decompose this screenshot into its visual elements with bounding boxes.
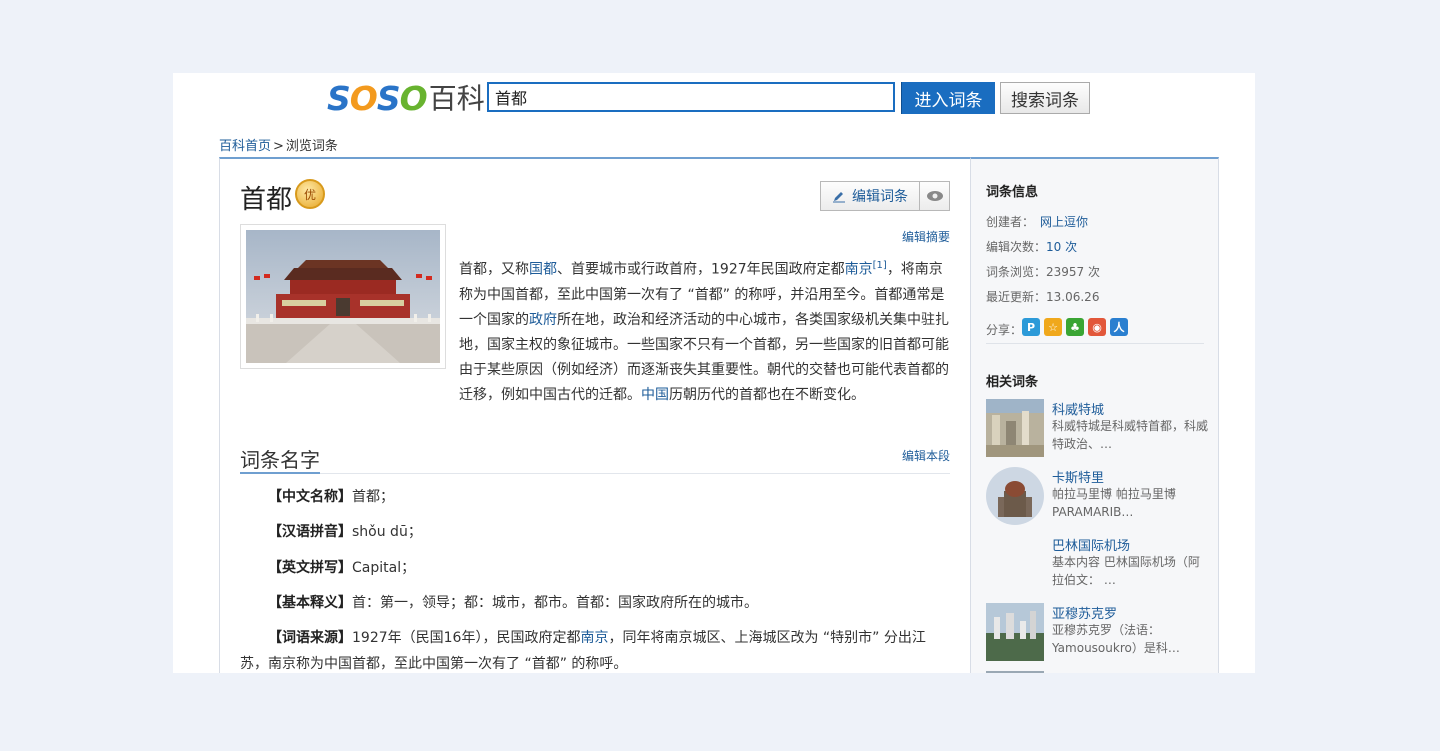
- edits-link[interactable]: 10 次: [1046, 240, 1077, 254]
- info-line: 【英文拼写】Capital；: [268, 557, 415, 577]
- creator-label: 创建者：: [986, 215, 1035, 229]
- logo-letter: O: [349, 79, 378, 118]
- summary-text: 首都，又称: [459, 261, 529, 278]
- tiananmen-photo: [246, 230, 440, 363]
- info-line: 【汉语拼音】shǒu dū；: [268, 521, 422, 541]
- related-entry-title[interactable]: 亚穆苏克罗: [1052, 603, 1117, 622]
- related-entry-title[interactable]: 巴林国际机场: [1052, 535, 1130, 554]
- related-entry[interactable]: 科威特城 科威特城是科威特首都，科威特政治、…: [986, 399, 1208, 457]
- share-clover-icon[interactable]: ♣: [1066, 318, 1084, 336]
- breadcrumb-home-link[interactable]: 百科首页: [219, 139, 271, 154]
- logo-letter: O: [399, 79, 428, 118]
- info-value: 首：第一，领导；都：城市，都市。首都：国家政府所在的城市。: [352, 595, 758, 611]
- entry-info-heading: 词条信息: [986, 185, 1039, 200]
- info-label: 【中文名称】: [268, 489, 352, 505]
- summary-link-guodu[interactable]: 国都: [529, 262, 557, 278]
- section-divider-accent: [240, 472, 320, 474]
- views-row: 词条浏览：23957 次: [986, 263, 1100, 280]
- related-entry-desc: 帕拉马里博 帕拉马里博 PARAMARIB…: [1052, 487, 1176, 519]
- share-qq-icon[interactable]: P: [1022, 318, 1040, 336]
- related-entry-title[interactable]: 科威特城: [1052, 399, 1104, 418]
- info-line: 【词语来源】1927年（民国16年），民国政府定都南京，同年将南京城区、上海城区…: [268, 627, 926, 647]
- related-entry-thumbnail: [986, 603, 1044, 661]
- page-container: SOSO百科 进入词条 搜索词条 百科首页>浏览词条 首都 优 编辑词条 编辑摘…: [173, 73, 1255, 673]
- origin-link-nanjing[interactable]: 南京: [580, 630, 608, 646]
- related-entries-heading: 相关词条: [986, 375, 1039, 390]
- updated-label: 最近更新：: [986, 290, 1047, 304]
- summary-link-nanjing[interactable]: 南京: [845, 262, 873, 278]
- edit-summary-link[interactable]: 编辑摘要: [902, 228, 950, 245]
- soso-baike-logo[interactable]: S O S O 百科: [327, 81, 485, 117]
- info-line-continued: 苏，南京称为中国首都，至此中国第一次有了 “首都” 的称呼。: [240, 656, 628, 672]
- logo-letter: S: [376, 79, 401, 118]
- edits-label: 编辑次数：: [986, 240, 1047, 254]
- updated-value: 13.06.26: [1046, 290, 1100, 304]
- related-entry-desc: 科威特城是科威特首都，科威特政治、…: [1052, 419, 1209, 451]
- reference-link[interactable]: [1]: [873, 260, 887, 271]
- views-label: 词条浏览：: [986, 265, 1047, 279]
- related-entry-title[interactable]: 卡斯特里: [1052, 467, 1104, 486]
- enter-entry-button[interactable]: 进入词条: [901, 82, 995, 114]
- info-label: 【基本释义】: [268, 595, 352, 611]
- logo-baike-text: 百科: [428, 82, 485, 115]
- logo-letter: S: [327, 79, 351, 118]
- related-entry-desc: 基本内容 巴林国际机场（阿拉伯文： …: [1052, 555, 1200, 587]
- summary-link-zhongguo[interactable]: 中国: [641, 387, 669, 403]
- info-value: 首都；: [352, 489, 394, 505]
- creator-row: 创建者： 网上逗你: [986, 213, 1088, 230]
- info-value: ，同年将南京城区、上海城区改为 “特别市” 分出江: [608, 630, 926, 646]
- related-entry-thumbnail: [986, 399, 1044, 457]
- share-renren-icon[interactable]: 人: [1110, 318, 1128, 336]
- info-label: 【词语来源】: [268, 630, 352, 646]
- sidebar: 词条信息 创建者： 网上逗你 编辑次数：10 次 词条浏览：23957 次 最近更…: [970, 157, 1219, 673]
- sidebar-divider: [986, 343, 1204, 344]
- pencil-icon: [833, 192, 845, 203]
- entry-image[interactable]: [240, 224, 446, 369]
- info-line: 【基本释义】首：第一，领导；都：城市，都市。首都：国家政府所在的城市。: [268, 592, 758, 612]
- share-weibo-icon[interactable]: ◉: [1088, 318, 1106, 336]
- breadcrumb: 百科首页 > 浏览词条: [219, 135, 338, 154]
- info-line: 【中文名称】首都；: [268, 486, 394, 506]
- related-entry[interactable]: 巴林国际机场 基本内容 巴林国际机场（阿拉伯文： …: [986, 535, 1208, 593]
- entry-summary: 首都，又称国都、首要城市或行政首府，1927年民国政府定都南京[1]，将南京称为…: [459, 253, 953, 408]
- share-label: 分享：: [986, 323, 1023, 337]
- creator-link[interactable]: 网上逗你: [1040, 215, 1088, 229]
- related-entry-desc: 亚穆苏克罗（法语：Yamousoukro）是科…: [1052, 623, 1180, 655]
- views-value: 23957 次: [1046, 265, 1101, 279]
- related-entry-thumbnail: [986, 467, 1044, 525]
- related-entry[interactable]: 卡斯特里 帕拉马里博 帕拉马里博 PARAMARIB…: [986, 467, 1208, 525]
- watch-entry-button[interactable]: [919, 181, 950, 211]
- updated-row: 最近更新：13.06.26: [986, 288, 1099, 305]
- summary-link-zhengfu[interactable]: 政府: [529, 312, 557, 328]
- info-value: Capital；: [352, 560, 416, 576]
- edit-entry-button[interactable]: 编辑词条: [820, 181, 920, 211]
- info-value: shǒu dū；: [352, 524, 422, 540]
- share-icons: P ☆ ♣ ◉ 人: [1022, 318, 1128, 336]
- edits-row: 编辑次数：10 次: [986, 238, 1077, 255]
- summary-text: 、首要城市或行政首府，1927年民国政府定都: [557, 261, 845, 278]
- share-favorite-icon[interactable]: ☆: [1044, 318, 1062, 336]
- section-divider: [240, 473, 950, 474]
- summary-text: 历朝历代的首都也在不断变化。: [669, 386, 865, 403]
- section-title: 词条名字: [240, 448, 320, 472]
- info-label: 【英文拼写】: [268, 560, 352, 576]
- breadcrumb-separator: >: [273, 139, 284, 154]
- quality-badge-icon: 优: [295, 179, 325, 209]
- info-label: 【汉语拼音】: [268, 524, 352, 540]
- related-entry[interactable]: 亚穆苏克罗 亚穆苏克罗（法语：Yamousoukro）是科…: [986, 603, 1208, 661]
- related-entry-thumbnail-partial: [986, 671, 1044, 673]
- entry-main-card: 首都 优 编辑词条 编辑摘要 首都，又称国都、首要城市或行政首府，1927年民国…: [219, 157, 971, 673]
- entry-title: 首都: [240, 185, 293, 215]
- edit-section-link[interactable]: 编辑本段: [902, 447, 950, 464]
- search-input[interactable]: [487, 82, 895, 112]
- breadcrumb-current: 浏览词条: [285, 139, 338, 154]
- edit-entry-label: 编辑词条: [852, 189, 908, 205]
- eye-icon: [926, 191, 943, 201]
- search-entry-button[interactable]: 搜索词条: [1000, 82, 1090, 114]
- info-value: 1927年（民国16年），民国政府定都: [352, 630, 581, 646]
